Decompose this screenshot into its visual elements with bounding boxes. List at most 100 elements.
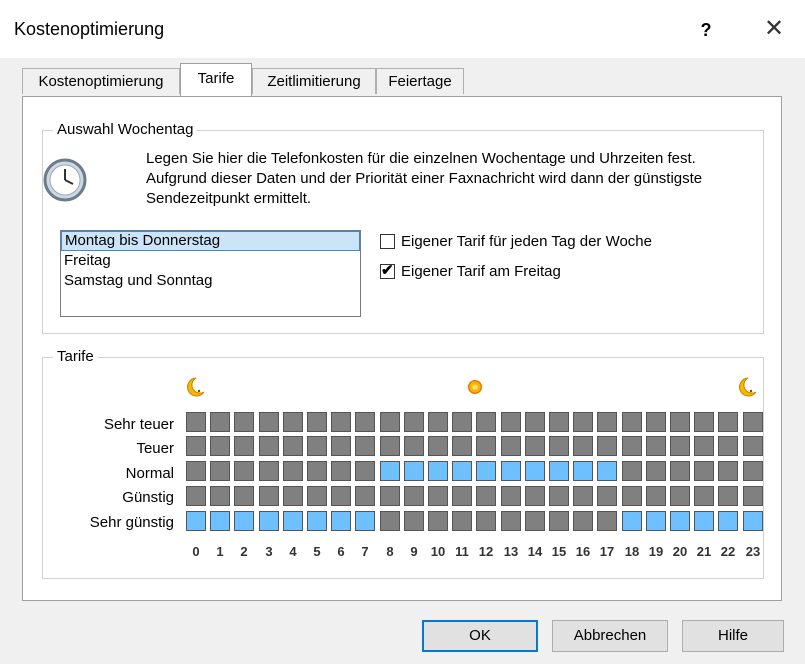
tariff-cell[interactable] [597,486,617,506]
tariff-cell[interactable] [404,461,424,481]
help-title-button[interactable]: ? [688,14,724,46]
tariff-cell[interactable] [259,436,279,456]
tariff-cell[interactable] [307,412,327,432]
tariff-cell[interactable] [404,511,424,531]
tariff-cell[interactable] [694,486,714,506]
tab-tarife[interactable]: Tarife [180,63,252,96]
tariff-cell[interactable] [501,461,521,481]
checkbox-each-day[interactable]: Eigener Tarif für jeden Tag der Woche [380,230,652,252]
tariff-cell[interactable] [476,436,496,456]
tariff-cell[interactable] [597,461,617,481]
tariff-cell[interactable] [573,461,593,481]
tariff-cell[interactable] [283,436,303,456]
tariff-cell[interactable] [549,461,569,481]
tariff-cell[interactable] [670,461,690,481]
tariff-cell[interactable] [331,511,351,531]
tariff-cell[interactable] [234,412,254,432]
tariff-cell[interactable] [283,511,303,531]
tariff-cell[interactable] [549,511,569,531]
tariff-cell[interactable] [573,436,593,456]
tariff-cell[interactable] [452,461,472,481]
tariff-cell[interactable] [597,412,617,432]
tariff-cell[interactable] [428,461,448,481]
close-icon[interactable]: ✕ [752,10,796,48]
tariff-cell[interactable] [186,461,206,481]
list-item[interactable]: Montag bis Donnerstag [61,231,360,251]
tariff-cell[interactable] [718,486,738,506]
tariff-cell[interactable] [428,436,448,456]
tariff-cell[interactable] [331,436,351,456]
ok-button[interactable]: OK [422,620,538,652]
tariff-cell[interactable] [525,511,545,531]
tariff-cell[interactable] [670,511,690,531]
tariff-cell[interactable] [307,461,327,481]
tariff-cell[interactable] [743,461,763,481]
tariff-cell[interactable] [452,436,472,456]
tariff-cell[interactable] [597,511,617,531]
tariff-cell[interactable] [331,461,351,481]
tariff-cell[interactable] [501,436,521,456]
tariff-cell[interactable] [210,486,230,506]
tariff-cell[interactable] [670,486,690,506]
tariff-cell[interactable] [622,461,642,481]
tariff-cell[interactable] [331,412,351,432]
tariff-cell[interactable] [283,412,303,432]
tariff-cell[interactable] [476,511,496,531]
tariff-cell[interactable] [501,412,521,432]
tariff-cell[interactable] [186,486,206,506]
tariff-cell[interactable] [476,412,496,432]
tariff-cell[interactable] [622,486,642,506]
tariff-cell[interactable] [597,436,617,456]
tariff-cell[interactable] [476,486,496,506]
tariff-cell[interactable] [404,412,424,432]
tariff-cell[interactable] [355,436,375,456]
tariff-cell[interactable] [355,511,375,531]
tariff-cell[interactable] [694,511,714,531]
tariff-cell[interactable] [259,486,279,506]
checkbox-friday[interactable]: Eigener Tarif am Freitag [380,260,561,282]
tariff-cell[interactable] [234,486,254,506]
tariff-cell[interactable] [380,486,400,506]
tariff-cell[interactable] [743,412,763,432]
tariff-cell[interactable] [307,511,327,531]
tab-zeitlimitierung[interactable]: Zeitlimitierung [252,68,376,94]
tariff-cell[interactable] [210,511,230,531]
tariff-cell[interactable] [501,486,521,506]
tariff-cell[interactable] [622,511,642,531]
tariff-cell[interactable] [718,412,738,432]
tariff-cell[interactable] [694,436,714,456]
tariff-cell[interactable] [549,412,569,432]
tariff-cell[interactable] [234,511,254,531]
tariff-cell[interactable] [718,436,738,456]
tariff-cell[interactable] [718,511,738,531]
tariff-cell[interactable] [670,436,690,456]
tariff-cell[interactable] [259,412,279,432]
tariff-cell[interactable] [646,486,666,506]
cancel-button[interactable]: Abbrechen [552,620,668,652]
tariff-cell[interactable] [428,511,448,531]
tariff-cell[interactable] [404,486,424,506]
tariff-cell[interactable] [380,412,400,432]
tariff-cell[interactable] [283,461,303,481]
tariff-cell[interactable] [452,486,472,506]
tariff-cell[interactable] [549,486,569,506]
tariff-cell[interactable] [452,412,472,432]
tariff-cell[interactable] [646,412,666,432]
tariff-cell[interactable] [259,511,279,531]
tariff-cell[interactable] [283,486,303,506]
tariff-cell[interactable] [428,486,448,506]
tariff-cell[interactable] [525,436,545,456]
tariff-cell[interactable] [355,486,375,506]
tariff-cell[interactable] [404,436,424,456]
tariff-cell[interactable] [380,461,400,481]
tariff-cell[interactable] [186,511,206,531]
tariff-cell[interactable] [743,436,763,456]
tariff-cell[interactable] [573,511,593,531]
tariff-cell[interactable] [646,511,666,531]
tariff-cell[interactable] [331,486,351,506]
tariff-cell[interactable] [234,461,254,481]
tariff-cell[interactable] [380,511,400,531]
tariff-cell[interactable] [646,436,666,456]
tab-feiertage[interactable]: Feiertage [376,68,464,94]
tariff-cell[interactable] [622,412,642,432]
